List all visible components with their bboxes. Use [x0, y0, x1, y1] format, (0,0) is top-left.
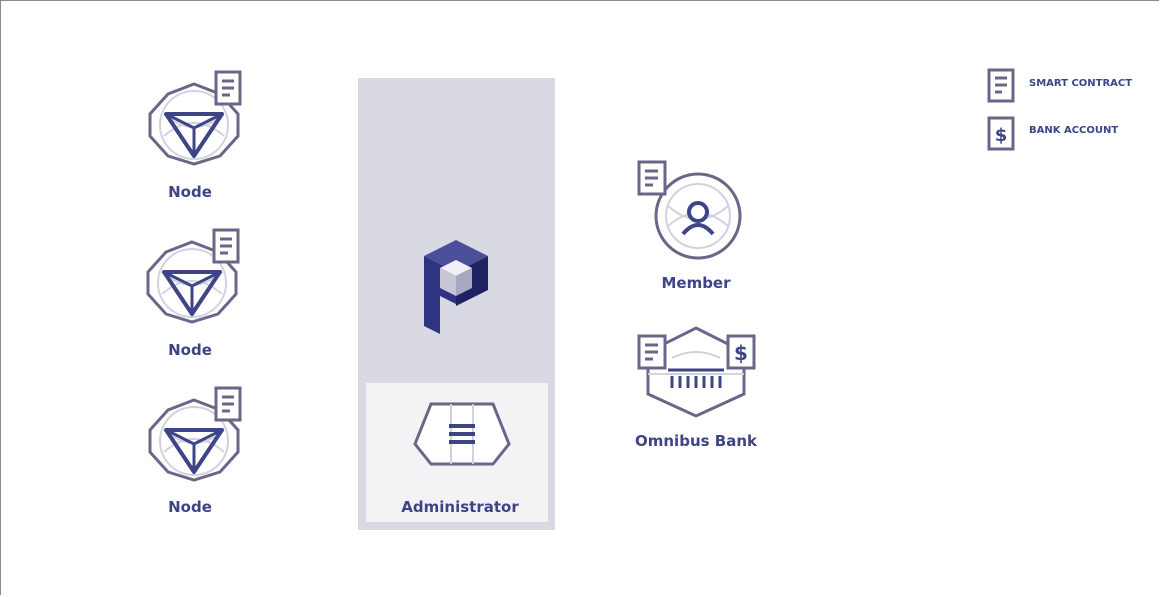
omnibus-bank-label: Omnibus Bank	[635, 432, 757, 450]
smart-contract-legend-icon	[987, 68, 1015, 103]
bank-account-legend-icon: $	[987, 116, 1015, 151]
administrator-icon	[413, 402, 511, 466]
member-label: Member	[661, 274, 731, 292]
bank-account-legend-label: BANK ACCOUNT	[1029, 125, 1119, 136]
node-icon	[148, 70, 242, 166]
svg-text:$: $	[734, 341, 748, 365]
member-icon	[637, 160, 742, 260]
platform-logo-icon	[424, 240, 488, 334]
administrator-label: Administrator	[401, 498, 519, 516]
smart-contract-legend-label: SMART CONTRACT	[1029, 78, 1133, 89]
svg-text:$: $	[995, 125, 1008, 146]
node-icon	[148, 386, 242, 482]
node-label: Node	[168, 341, 212, 359]
node-label: Node	[168, 183, 212, 201]
node-icon	[146, 228, 240, 324]
node-label: Node	[168, 498, 212, 516]
omnibus-bank-icon: $	[637, 326, 756, 418]
